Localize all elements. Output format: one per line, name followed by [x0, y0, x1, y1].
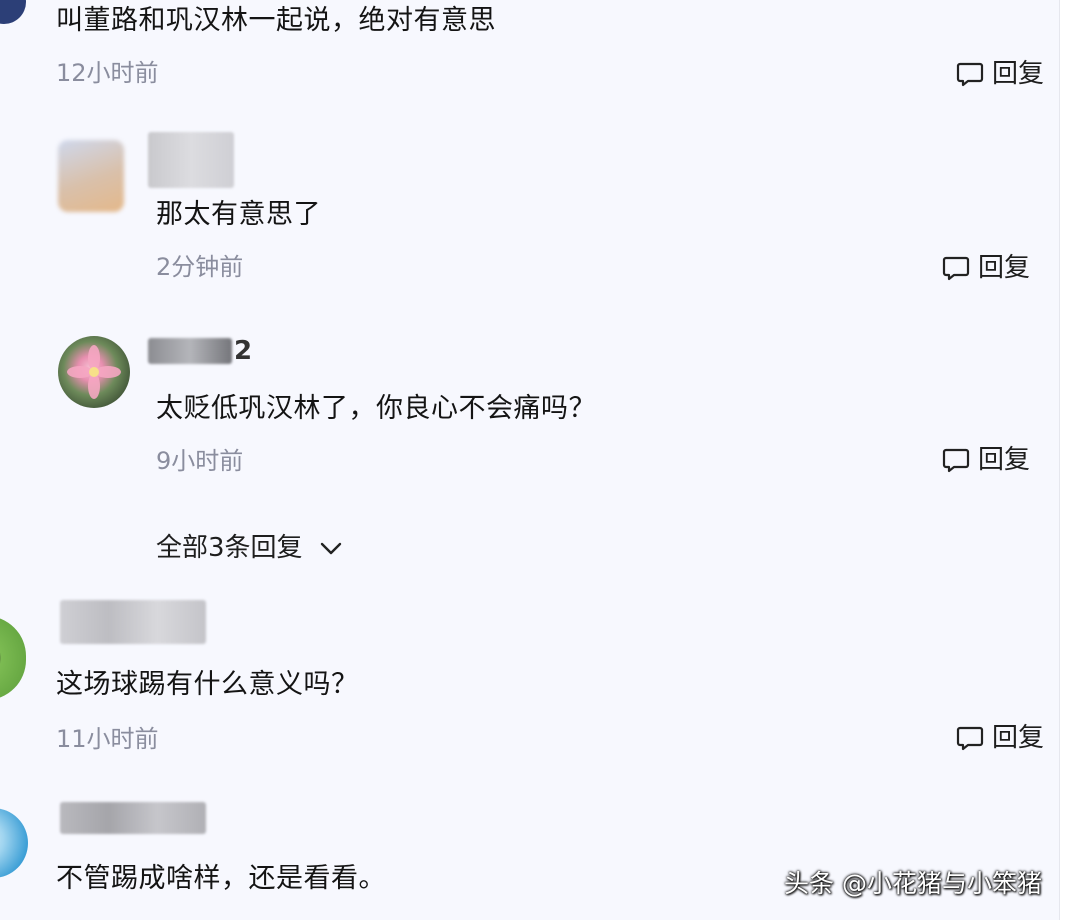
username-char: 2	[234, 336, 253, 366]
frame-edge	[1059, 0, 1068, 920]
username[interactable]	[148, 132, 234, 188]
reply-label: 回复	[978, 253, 1031, 283]
comment-text: 那太有意思了	[156, 199, 321, 230]
comment-text: 不管踢成啥样，还是看看。	[56, 863, 386, 894]
avatar[interactable]	[58, 140, 124, 212]
watermark: 头条 @小花猪与小笨猪	[784, 869, 1042, 898]
flower-icon	[67, 345, 121, 399]
comment-text: 这场球踢有什么意义吗？	[56, 669, 359, 700]
reply-button[interactable]: 回复	[956, 58, 1044, 90]
reply-button[interactable]: 回复	[942, 444, 1030, 476]
reply-button[interactable]: 回复	[942, 252, 1030, 284]
comment-time: 12小时前	[56, 59, 159, 87]
view-all-replies-button[interactable]: 全部3条回复	[156, 532, 345, 564]
avatar[interactable]	[0, 616, 26, 700]
chevron-down-icon	[320, 542, 341, 555]
username[interactable]	[60, 802, 206, 834]
avatar[interactable]	[58, 336, 130, 408]
username[interactable]	[148, 338, 232, 364]
reply-label: 回复	[992, 723, 1045, 753]
view-all-replies-label: 全部3条回复	[156, 533, 303, 563]
comment-time: 2分钟前	[156, 253, 244, 281]
comment-bubble-icon	[956, 62, 984, 87]
avatar[interactable]	[0, 808, 28, 878]
reply-button[interactable]: 回复	[956, 722, 1044, 754]
comment-bubble-icon	[956, 726, 984, 751]
reply-label: 回复	[978, 445, 1031, 475]
reply-label: 回复	[992, 59, 1045, 89]
comment-text: 叫董路和巩汉林一起说，绝对有意思	[56, 5, 496, 36]
comment-time: 9小时前	[156, 447, 244, 475]
comment-time: 11小时前	[56, 725, 159, 753]
username[interactable]	[60, 600, 206, 644]
comment-bubble-icon	[942, 256, 970, 281]
comment-bubble-icon	[942, 448, 970, 473]
avatar[interactable]	[0, 0, 26, 24]
comment-text: 太贬低巩汉林了，你良心不会痛吗？	[156, 393, 596, 424]
